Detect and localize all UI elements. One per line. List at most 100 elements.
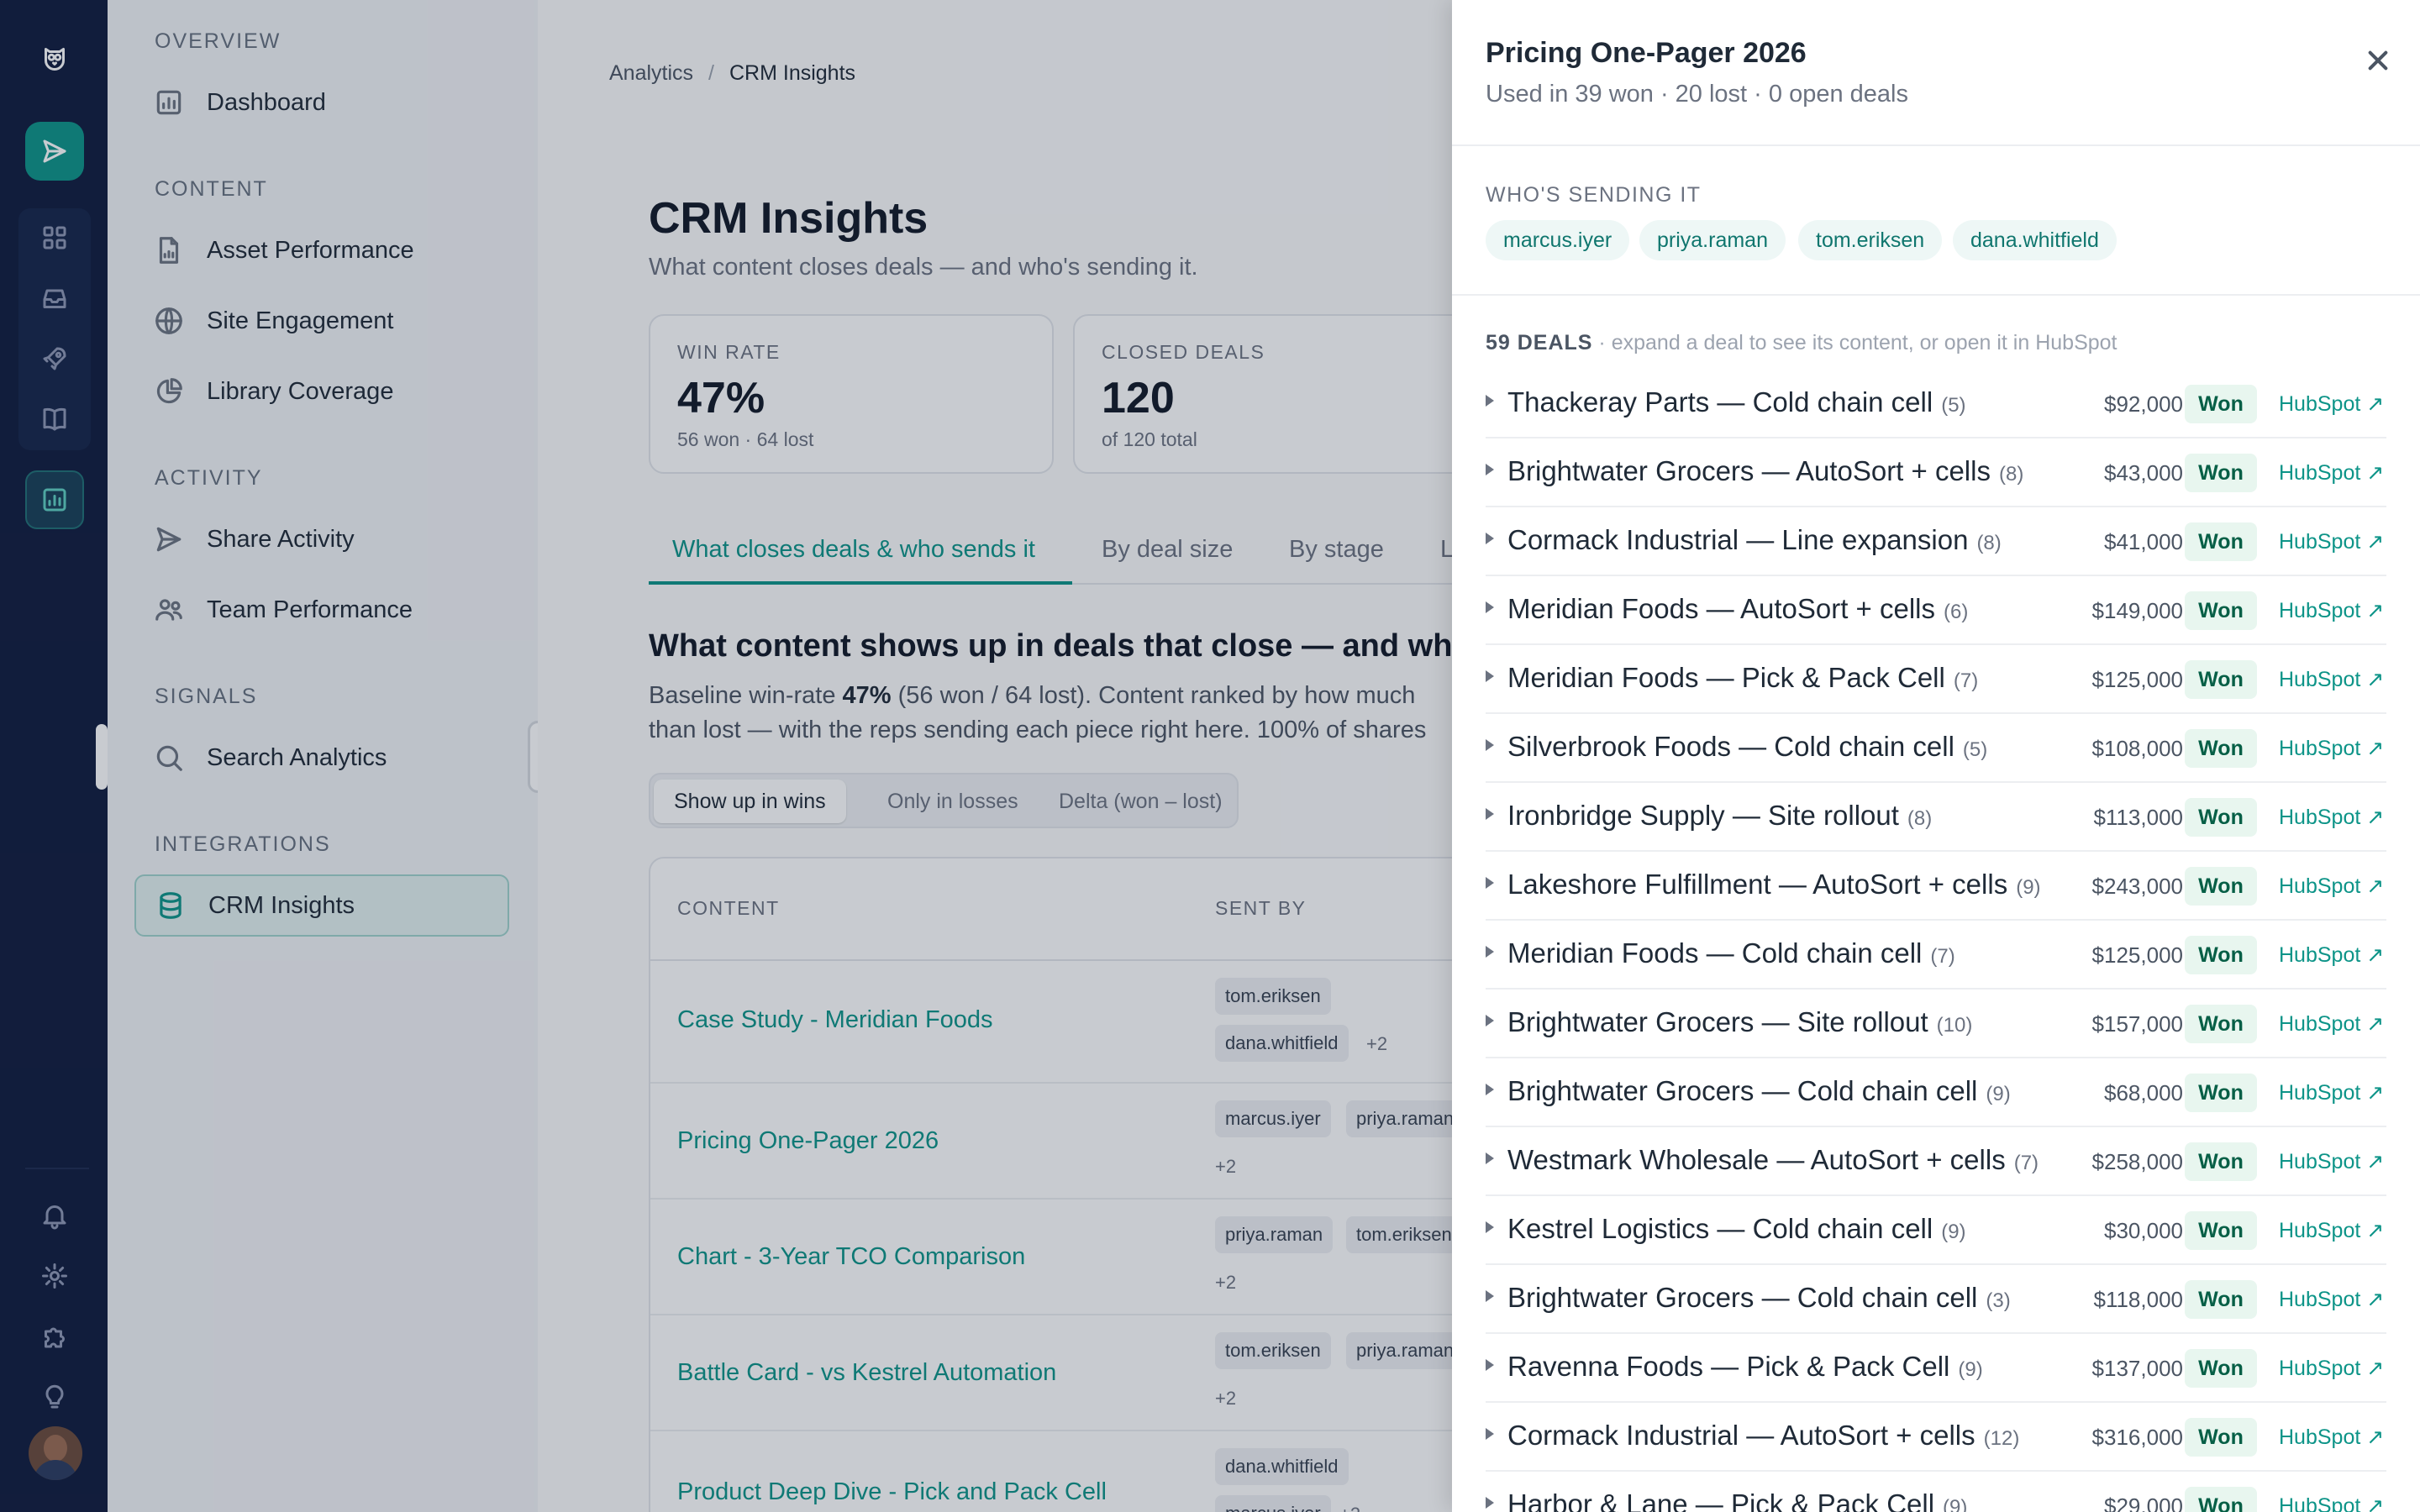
- hubspot-link[interactable]: HubSpot ↗: [2279, 460, 2384, 486]
- status-badge: Won: [2185, 385, 2257, 423]
- deal-name: Meridian Foods — Pick & Pack Cell (7): [1507, 662, 1979, 693]
- deal-row[interactable]: Brightwater Grocers — Cold chain cell (9)…: [1486, 1058, 2386, 1127]
- expand-caret-icon[interactable]: [1486, 808, 1494, 820]
- rep-pill[interactable]: tom.eriksen: [1798, 220, 1943, 260]
- hubspot-link[interactable]: HubSpot ↗: [2279, 874, 2384, 899]
- hubspot-link[interactable]: HubSpot ↗: [2279, 1494, 2384, 1512]
- deal-content-count: (8): [1998, 463, 2024, 486]
- status-badge: Won: [2185, 867, 2257, 906]
- deal-content-count: (7): [1953, 669, 1979, 692]
- deal-count: 59 DEALS · expand a deal to see its cont…: [1486, 331, 2118, 354]
- expand-caret-icon[interactable]: [1486, 946, 1494, 958]
- deal-amount: $157,000: [2091, 1011, 2183, 1037]
- expand-caret-icon[interactable]: [1486, 1290, 1494, 1302]
- status-badge: Won: [2185, 660, 2257, 699]
- rep-pill[interactable]: dana.whitfield: [1953, 220, 2117, 260]
- deal-row[interactable]: Meridian Foods — Cold chain cell (7) $125,…: [1486, 921, 2386, 990]
- rep-pill[interactable]: marcus.iyer: [1486, 220, 1630, 260]
- deal-row[interactable]: Thackeray Parts — Cold chain cell (5) $92,…: [1486, 370, 2386, 438]
- expand-caret-icon[interactable]: [1486, 601, 1494, 613]
- status-badge: Won: [2185, 798, 2257, 837]
- hubspot-link[interactable]: HubSpot ↗: [2279, 529, 2384, 554]
- hubspot-link[interactable]: HubSpot ↗: [2279, 1356, 2384, 1381]
- deal-content-count: (8): [1907, 807, 1933, 830]
- expand-caret-icon[interactable]: [1486, 739, 1494, 751]
- detail-drawer: Pricing One-Pager 2026 Used in 39 won · …: [1452, 0, 2420, 1512]
- expand-caret-icon[interactable]: [1486, 395, 1494, 407]
- deal-row[interactable]: Brightwater Grocers — Site rollout (10) $1…: [1486, 990, 2386, 1058]
- expand-caret-icon[interactable]: [1486, 1015, 1494, 1026]
- hubspot-link[interactable]: HubSpot ↗: [2279, 1425, 2384, 1450]
- deal-row[interactable]: Cormack Industrial — AutoSort + cells (12…: [1486, 1403, 2386, 1472]
- deal-row[interactable]: Kestrel Logistics — Cold chain cell (9) $3…: [1486, 1196, 2386, 1265]
- drawer-title: Pricing One-Pager 2026: [1486, 37, 1807, 69]
- hubspot-link[interactable]: HubSpot ↗: [2279, 1011, 2384, 1037]
- hubspot-link[interactable]: HubSpot ↗: [2279, 805, 2384, 830]
- deal-content-count: (9): [1986, 1083, 2011, 1105]
- deal-amount: $125,000: [2091, 667, 2183, 692]
- deal-row[interactable]: Meridian Foods — Pick & Pack Cell (7) $125…: [1486, 645, 2386, 714]
- deal-name: Brightwater Grocers — Cold chain cell (3): [1507, 1282, 2011, 1313]
- status-badge: Won: [2185, 729, 2257, 768]
- deal-row[interactable]: Ravenna Foods — Pick & Pack Cell (9) $137,…: [1486, 1334, 2386, 1403]
- deal-row[interactable]: Meridian Foods — AutoSort + cells (6) $149…: [1486, 576, 2386, 645]
- deal-amount: $137,000: [2091, 1356, 2183, 1381]
- expand-caret-icon[interactable]: [1486, 1152, 1494, 1164]
- expand-caret-icon[interactable]: [1486, 877, 1494, 889]
- close-button[interactable]: [2360, 42, 2396, 79]
- deal-row[interactable]: Westmark Wholesale — AutoSort + cells (7)…: [1486, 1127, 2386, 1196]
- deal-row[interactable]: Cormack Industrial — Line expansion (8) $4…: [1486, 507, 2386, 576]
- hubspot-link[interactable]: HubSpot ↗: [2279, 942, 2384, 968]
- deal-content-count: (3): [1986, 1289, 2011, 1312]
- expand-caret-icon[interactable]: [1486, 1428, 1494, 1440]
- deal-content-count: (8): [1976, 532, 2002, 554]
- status-badge: Won: [2185, 1005, 2257, 1043]
- deal-row[interactable]: Harbor & Lane — Pick & Pack Cell (9) $29,0…: [1486, 1472, 2386, 1512]
- deal-row[interactable]: Silverbrook Foods — Cold chain cell (5) $1…: [1486, 714, 2386, 783]
- modal-scrim[interactable]: [0, 0, 1452, 1512]
- deal-name: Meridian Foods — AutoSort + cells (6): [1507, 593, 1969, 624]
- status-badge: Won: [2185, 936, 2257, 974]
- deal-name: Cormack Industrial — AutoSort + cells (12…: [1507, 1420, 2020, 1451]
- close-icon: [2368, 50, 2388, 71]
- hubspot-link[interactable]: HubSpot ↗: [2279, 667, 2384, 692]
- deal-name: Cormack Industrial — Line expansion (8): [1507, 524, 2002, 555]
- deal-name: Silverbrook Foods — Cold chain cell (5): [1507, 731, 1988, 762]
- deal-name: Meridian Foods — Cold chain cell (7): [1507, 937, 1955, 969]
- hubspot-link[interactable]: HubSpot ↗: [2279, 1287, 2384, 1312]
- deal-row[interactable]: Lakeshore Fulfillment — AutoSort + cells…: [1486, 852, 2386, 921]
- deal-amount: $258,000: [2091, 1149, 2183, 1174]
- status-badge: Won: [2185, 1211, 2257, 1250]
- hubspot-link[interactable]: HubSpot ↗: [2279, 736, 2384, 761]
- deal-content-count: (9): [2016, 876, 2041, 899]
- deal-amount: $92,000: [2104, 391, 2183, 417]
- status-badge: Won: [2185, 1418, 2257, 1457]
- hubspot-link[interactable]: HubSpot ↗: [2279, 598, 2384, 623]
- deal-amount: $243,000: [2091, 874, 2183, 899]
- expand-caret-icon[interactable]: [1486, 670, 1494, 682]
- hubspot-link[interactable]: HubSpot ↗: [2279, 1080, 2384, 1105]
- deal-content-count: (6): [1944, 601, 1969, 623]
- hubspot-link[interactable]: HubSpot ↗: [2279, 1149, 2384, 1174]
- deal-name: Brightwater Grocers — Cold chain cell (9): [1507, 1075, 2011, 1106]
- expand-caret-icon[interactable]: [1486, 1359, 1494, 1371]
- deal-amount: $29,000: [2104, 1494, 2183, 1512]
- expand-caret-icon[interactable]: [1486, 1221, 1494, 1233]
- expand-caret-icon[interactable]: [1486, 1084, 1494, 1095]
- deal-row[interactable]: Ironbridge Supply — Site rollout (8) $113,…: [1486, 783, 2386, 852]
- hubspot-link[interactable]: HubSpot ↗: [2279, 391, 2384, 417]
- deal-name: Brightwater Grocers — AutoSort + cells (8…: [1507, 455, 2024, 486]
- deal-amount: $149,000: [2091, 598, 2183, 623]
- expand-caret-icon[interactable]: [1486, 464, 1494, 475]
- deal-content-count: (7): [2013, 1152, 2039, 1174]
- deal-row[interactable]: Brightwater Grocers — Cold chain cell (3)…: [1486, 1265, 2386, 1334]
- hubspot-link[interactable]: HubSpot ↗: [2279, 1218, 2384, 1243]
- deal-content-count: (10): [1936, 1014, 1973, 1037]
- expand-caret-icon[interactable]: [1486, 1497, 1494, 1509]
- status-badge: Won: [2185, 591, 2257, 630]
- deal-row[interactable]: Brightwater Grocers — AutoSort + cells (8…: [1486, 438, 2386, 507]
- expand-caret-icon[interactable]: [1486, 533, 1494, 544]
- deal-content-count: (12): [1983, 1427, 2020, 1450]
- rep-pill[interactable]: priya.raman: [1639, 220, 1786, 260]
- deal-name: Brightwater Grocers — Site rollout (10): [1507, 1006, 1973, 1037]
